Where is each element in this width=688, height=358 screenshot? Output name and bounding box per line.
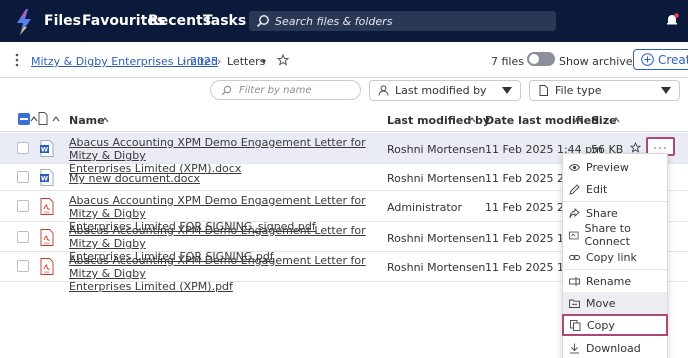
svg-text:PDF: PDF (44, 210, 50, 214)
row-context-menu: Preview Edit Share Share to Connect Copy… (562, 153, 668, 358)
modified-by-cell: Administrator (387, 201, 462, 214)
menu-item-copy[interactable]: Copy (562, 314, 668, 336)
last-modified-by-label: Last modified by (395, 84, 487, 97)
pdf-file-icon: PDF (40, 258, 54, 275)
breadcrumb-separator: › (182, 55, 187, 68)
modified-by-cell: Roshni Mortensen (387, 172, 486, 185)
modified-by-cell: Roshni Mortensen (387, 261, 486, 274)
menu-item-copy-link[interactable]: Copy link (563, 246, 667, 268)
show-archived-toggle[interactable] (527, 52, 555, 66)
user-icon (378, 85, 389, 96)
file-type-column-icon (38, 112, 48, 125)
row-checkbox[interactable] (17, 142, 29, 154)
file-name-line: Enterprises Limited (XPM).pdf (69, 280, 233, 293)
app-logo-icon[interactable] (14, 9, 34, 35)
file-name-line: Abacus Accounting XPM Demo Engagement Le… (69, 224, 366, 250)
menu-item-label: Preview (586, 160, 629, 174)
menu-item-download[interactable]: Download (563, 337, 667, 358)
menu-item-label: Edit (586, 182, 608, 196)
chevron-down-icon (502, 87, 512, 94)
star-outline-icon[interactable] (277, 54, 289, 66)
notification-bell-icon[interactable] (665, 13, 679, 27)
breadcrumb-current-folder[interactable]: Letters (227, 55, 265, 68)
menu-item-label: Share to Connect (584, 222, 631, 248)
pencil-icon (569, 183, 580, 195)
sort-up-icon[interactable] (468, 116, 476, 124)
chevron-down-icon (661, 87, 671, 94)
menu-item-label: Copy link (586, 250, 637, 264)
create-button-label: Create (658, 52, 688, 67)
modified-by-cell: Roshni Mortensen (387, 232, 486, 245)
row-checkbox[interactable] (17, 171, 29, 183)
folder-move-icon (569, 299, 580, 308)
search-icon (256, 15, 269, 28)
menu-item-label: Share (586, 206, 618, 220)
sort-up-icon[interactable] (101, 116, 109, 124)
file-count: 7 files (491, 55, 524, 68)
last-modified-by-dropdown[interactable]: Last modified by (369, 80, 521, 101)
menu-item-share-to-connect[interactable]: Share to Connect (563, 222, 667, 248)
file-name-line: My new document.docx (69, 172, 200, 185)
filter-by-name[interactable] (210, 80, 361, 100)
svg-text:W: W (41, 175, 48, 183)
menu-item-move[interactable]: Move (563, 292, 667, 314)
document-icon (539, 85, 548, 96)
menu-item-edit[interactable]: Edit (563, 178, 667, 200)
row-checkbox[interactable] (17, 200, 29, 212)
show-archived-label: Show archived (559, 55, 640, 68)
menu-item-label: Move (586, 296, 616, 310)
select-all-checkbox[interactable] (18, 113, 30, 125)
eye-icon (569, 163, 580, 171)
file-name-link[interactable]: My new document.docx (69, 172, 379, 185)
word-file-icon: W (40, 140, 54, 157)
sort-up-icon[interactable] (574, 116, 582, 124)
column-header-name[interactable]: Name (69, 114, 105, 127)
row-checkbox[interactable] (17, 260, 29, 272)
star-outline-icon[interactable] (630, 142, 641, 153)
row-checkbox[interactable] (17, 231, 29, 243)
sort-up-icon[interactable] (52, 115, 60, 123)
nav-recents[interactable]: Recents (148, 13, 211, 29)
plus-circle-icon (641, 53, 654, 66)
create-button[interactable]: Create (633, 49, 688, 70)
search-icon (221, 85, 232, 95)
menu-item-label: Copy (587, 318, 615, 332)
download-icon (570, 343, 579, 353)
file-name-line: Abacus Accounting XPM Demo Engagement Le… (69, 194, 366, 220)
filter-by-name-input[interactable] (239, 84, 359, 96)
file-type-label: File type (555, 84, 602, 97)
nav-files[interactable]: Files (44, 13, 81, 29)
breadcrumb-separator: › (217, 55, 222, 68)
global-search-input[interactable] (275, 14, 535, 28)
file-type-dropdown[interactable]: File type (529, 80, 680, 101)
sort-up-icon[interactable] (612, 116, 620, 124)
sort-up-icon[interactable] (30, 115, 38, 123)
svg-text:PDF: PDF (44, 241, 50, 245)
pdf-file-icon: PDF (40, 198, 54, 215)
file-name-line: Abacus Accounting XPM Demo Engagement Le… (69, 254, 366, 280)
share-icon (569, 207, 580, 218)
menu-item-rename[interactable]: Rename (563, 270, 667, 292)
menu-item-preview[interactable]: Preview (563, 156, 667, 178)
file-name-link[interactable]: Abacus Accounting XPM Demo Engagement Le… (69, 254, 379, 293)
breadcrumb-year[interactable]: 2025 (190, 55, 218, 68)
top-nav-bar: Files Favourites Recents Tasks (0, 0, 688, 42)
chevron-down-icon[interactable]: ▾ (262, 57, 266, 66)
menu-item-share[interactable]: Share (563, 202, 667, 224)
word-file-icon: W (40, 169, 54, 186)
menu-item-label: Download (586, 341, 641, 355)
modified-by-cell: Roshni Mortensen (387, 143, 486, 156)
global-search[interactable] (249, 11, 556, 31)
svg-text:W: W (41, 146, 48, 154)
link-icon (569, 254, 580, 260)
rename-icon (569, 276, 580, 286)
pdf-file-icon: PDF (40, 229, 54, 246)
nav-tasks[interactable]: Tasks (203, 13, 246, 29)
connect-icon (569, 231, 579, 239)
menu-item-label: Rename (586, 274, 632, 288)
file-name-line: Abacus Accounting XPM Demo Engagement Le… (69, 136, 366, 162)
copy-icon (570, 319, 581, 331)
svg-text:PDF: PDF (44, 270, 50, 274)
vertical-more-icon[interactable] (15, 52, 19, 68)
